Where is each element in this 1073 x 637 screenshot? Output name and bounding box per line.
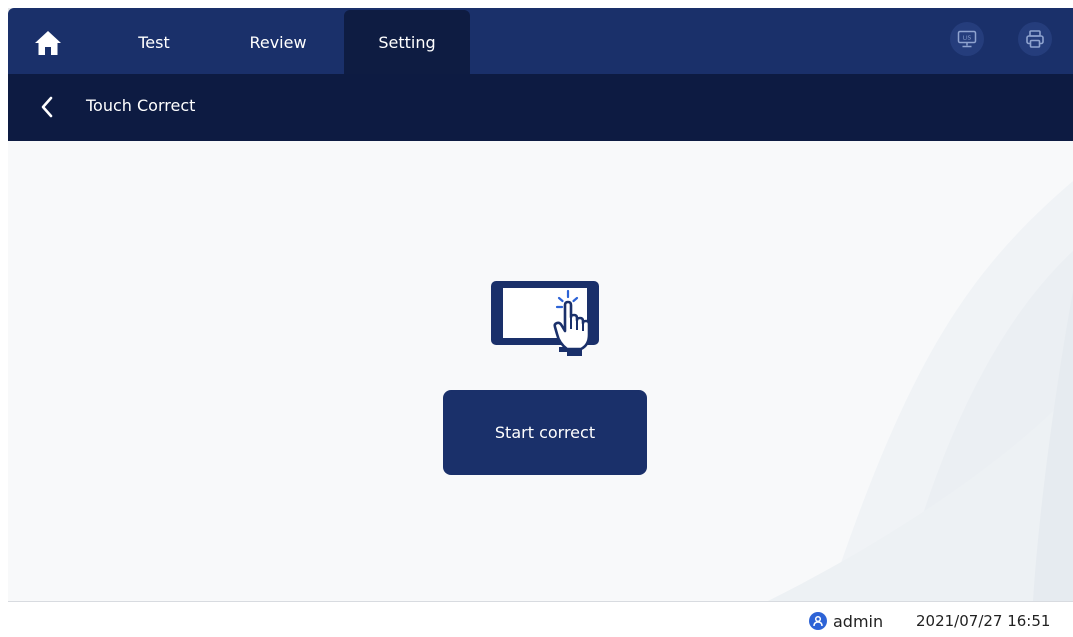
tab-test[interactable]: Test xyxy=(116,10,192,74)
datetime: 2021/07/27 16:51 xyxy=(916,612,1051,630)
back-button[interactable] xyxy=(34,94,60,120)
top-nav: Test Review Setting LIS xyxy=(8,8,1073,74)
status-bar: admin 2021/07/27 16:51 xyxy=(8,601,1073,637)
background-decoration xyxy=(768,181,1073,601)
page-title: Touch Correct xyxy=(86,96,196,115)
lis-button[interactable]: LIS xyxy=(950,22,984,56)
main-content: Start correct xyxy=(8,141,1073,601)
chevron-left-icon xyxy=(41,96,53,118)
tab-setting[interactable]: Setting xyxy=(344,10,470,74)
start-correct-button[interactable]: Start correct xyxy=(443,390,647,475)
current-user: admin xyxy=(809,610,883,632)
user-icon xyxy=(809,612,827,630)
app-window: Test Review Setting LIS Touch Correct St… xyxy=(8,8,1073,637)
home-icon xyxy=(35,31,61,55)
tab-label: Setting xyxy=(378,32,436,52)
user-name: admin xyxy=(833,611,884,631)
lis-label: LIS xyxy=(963,35,972,41)
tab-label: Review xyxy=(249,32,307,52)
print-button[interactable] xyxy=(1018,22,1052,56)
tab-label: Test xyxy=(138,32,170,52)
sub-header: Touch Correct xyxy=(8,74,1073,141)
start-correct-label: Start correct xyxy=(494,423,596,442)
home-button[interactable] xyxy=(30,26,66,60)
printer-icon xyxy=(1026,30,1044,48)
tab-review[interactable]: Review xyxy=(233,10,323,74)
touch-screen-icon xyxy=(491,281,599,356)
lis-monitor-icon: LIS xyxy=(957,30,977,48)
